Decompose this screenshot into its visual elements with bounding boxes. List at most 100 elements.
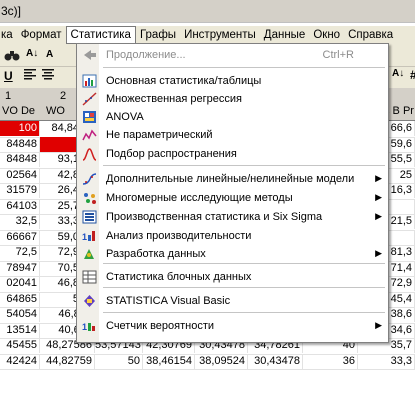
table-cell[interactable]: 38,46154 bbox=[143, 353, 195, 369]
menu-help[interactable]: Справка bbox=[344, 26, 397, 44]
menu-item-label: Многомерные исследующие методы bbox=[106, 192, 293, 204]
power-analysis-icon: 1 bbox=[82, 229, 97, 243]
table-cell[interactable]: 30,43478 bbox=[248, 353, 303, 369]
menu-item: Продолжение... Ctrl+R bbox=[77, 46, 388, 65]
menu-item-label: Производственная статистика и Six Sigma bbox=[106, 211, 323, 223]
menu-item-label: Счетчик вероятности bbox=[106, 320, 215, 332]
distribution-fit-icon bbox=[82, 147, 97, 161]
menu-item[interactable]: Не параметрический bbox=[77, 126, 388, 145]
table-cell[interactable]: 36 bbox=[303, 353, 358, 369]
table-cell[interactable]: 84848 bbox=[0, 136, 40, 152]
nonparametric-icon bbox=[82, 128, 97, 142]
six-sigma-icon bbox=[82, 210, 97, 224]
window-title: 3c)] bbox=[1, 4, 22, 18]
column-number: 1 bbox=[5, 90, 12, 102]
menu-item[interactable]: Разработка данных ▶ bbox=[77, 245, 388, 264]
menu-item-label: Подбор распространения bbox=[106, 148, 237, 160]
menu-item[interactable]: Производственная статистика и Six Sigma ▶ bbox=[77, 208, 388, 227]
table-cell[interactable]: 33,3 bbox=[358, 353, 415, 369]
menu-item[interactable]: 1 Анализ производительности bbox=[77, 227, 388, 246]
table-cell[interactable]: 45455 bbox=[0, 338, 40, 353]
menu-separator bbox=[103, 67, 385, 68]
visual-basic-icon bbox=[82, 294, 97, 308]
basic-stats-icon bbox=[82, 74, 97, 88]
continue-icon bbox=[82, 48, 97, 62]
menu-item[interactable]: Подбор распространения bbox=[77, 145, 388, 164]
menu-format[interactable]: Формат bbox=[17, 26, 66, 44]
probability-calculator-icon: 1 bbox=[82, 319, 97, 333]
menu-item[interactable]: Множественная регрессия bbox=[77, 90, 388, 109]
sort-icon[interactable]: A↓ bbox=[26, 48, 38, 59]
anova-icon bbox=[82, 110, 97, 124]
sort-az-icon[interactable]: A↓ bbox=[392, 68, 404, 79]
table-cell[interactable]: 02564 bbox=[0, 167, 40, 183]
underline-button[interactable]: U bbox=[4, 69, 13, 83]
menu-item[interactable]: Многомерные исследующие методы ▶ bbox=[77, 189, 388, 208]
table-cell[interactable]: 84848 bbox=[0, 152, 40, 167]
menu-item-label: Не параметрический bbox=[106, 129, 213, 141]
menu-item-label: Дополнительные линейные/нелинейные модел… bbox=[106, 173, 355, 185]
menu-item-label: Основная статистика/таблицы bbox=[106, 75, 262, 87]
svg-text:1: 1 bbox=[82, 322, 87, 332]
menu-separator bbox=[103, 312, 385, 313]
table-cell[interactable]: 31579 bbox=[0, 183, 40, 198]
svg-text:1: 1 bbox=[82, 232, 87, 242]
menu-item-label: Разработка данных bbox=[106, 248, 206, 260]
menu-bar: ка Формат Статистика Графы Инструменты Д… bbox=[0, 26, 415, 44]
menu-item[interactable]: Дополнительные линейные/нелинейные модел… bbox=[77, 170, 388, 189]
multivariate-icon bbox=[82, 191, 97, 205]
menu-item-label: Анализ производительности bbox=[106, 230, 252, 242]
menu-item-label: ANOVA bbox=[106, 111, 144, 123]
statistics-dropdown-menu: Продолжение... Ctrl+R Основная статистика/… bbox=[76, 43, 389, 343]
column-header[interactable]: WO bbox=[46, 105, 65, 117]
submenu-arrow-icon: ▶ bbox=[375, 173, 382, 183]
menu-item[interactable]: STATISTICA Visual Basic bbox=[77, 292, 388, 311]
table-cell[interactable]: 66667 bbox=[0, 229, 40, 245]
menu-data[interactable]: Данные bbox=[260, 26, 310, 44]
table-cell[interactable]: 54054 bbox=[0, 307, 40, 322]
menu-item[interactable]: ANOVA bbox=[77, 108, 388, 127]
regression-icon bbox=[82, 92, 97, 106]
table-cell[interactable]: 13514 bbox=[0, 322, 40, 338]
block-stats-icon bbox=[82, 270, 97, 284]
data-mining-icon bbox=[82, 247, 97, 261]
submenu-arrow-icon: ▶ bbox=[375, 192, 382, 202]
menu-edit[interactable]: ка bbox=[0, 26, 17, 44]
table-cell[interactable]: 72,5 bbox=[0, 245, 40, 260]
table-cell[interactable]: 100 bbox=[0, 121, 40, 136]
table-cell[interactable]: 32,5 bbox=[0, 214, 40, 229]
menu-item-label: Статистика блочных данных bbox=[106, 271, 252, 283]
submenu-arrow-icon: ▶ bbox=[375, 248, 382, 258]
az-label: A bbox=[46, 49, 54, 60]
menu-graphs[interactable]: Графы bbox=[136, 26, 180, 44]
menu-statistics[interactable]: Статистика bbox=[65, 26, 136, 44]
align-left-icon[interactable] bbox=[24, 68, 38, 83]
table-cell[interactable]: 02041 bbox=[0, 276, 40, 291]
submenu-arrow-icon: ▶ bbox=[375, 320, 382, 330]
table-cell[interactable]: 64865 bbox=[0, 291, 40, 307]
menu-item-shortcut: Ctrl+R bbox=[322, 49, 354, 61]
menu-item[interactable]: Основная статистика/таблицы bbox=[77, 72, 388, 91]
menu-tools[interactable]: Инструменты bbox=[180, 26, 260, 44]
table-cell[interactable]: 64103 bbox=[0, 198, 40, 214]
binoculars-icon[interactable] bbox=[4, 48, 20, 65]
table-cell[interactable]: 38,09524 bbox=[195, 353, 248, 369]
table-row: 42424 44,82759 50 38,46154 38,09524 30,43478 3… bbox=[0, 353, 415, 370]
menu-item[interactable]: 1 Счетчик вероятности ▶ bbox=[77, 317, 388, 336]
table-cell[interactable]: 50 bbox=[95, 353, 143, 369]
align-center-icon[interactable] bbox=[42, 68, 56, 83]
hash-icon[interactable]: # bbox=[410, 68, 415, 82]
menu-item-label: Продолжение... bbox=[106, 49, 186, 61]
column-header[interactable]: VO De bbox=[2, 105, 35, 117]
submenu-arrow-icon: ▶ bbox=[375, 211, 382, 221]
menu-separator bbox=[103, 165, 385, 166]
table-cell[interactable]: 78947 bbox=[0, 260, 40, 276]
table-cell[interactable]: 44,82759 bbox=[40, 353, 95, 369]
menu-item-label: STATISTICA Visual Basic bbox=[106, 295, 231, 307]
menu-window[interactable]: Окно bbox=[309, 26, 344, 44]
menu-separator bbox=[103, 287, 385, 288]
column-number: 2 bbox=[60, 90, 67, 102]
menu-item-label: Множественная регрессия bbox=[106, 93, 242, 105]
menu-item[interactable]: Статистика блочных данных bbox=[77, 268, 388, 287]
table-cell[interactable]: 42424 bbox=[0, 353, 40, 369]
